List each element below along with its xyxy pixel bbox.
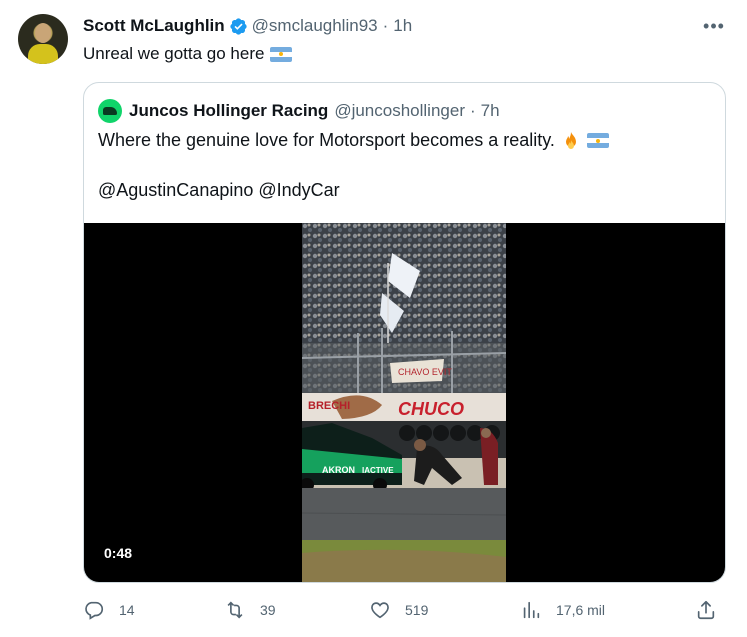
share-icon xyxy=(697,600,715,620)
quoted-author-handle[interactable]: @juncoshollinger xyxy=(334,101,465,121)
quoted-author-name[interactable]: Juncos Hollinger Racing xyxy=(129,101,328,121)
quoted-tweet-time[interactable]: 7h xyxy=(481,101,500,121)
views-button[interactable]: 17,6 mil xyxy=(520,598,605,622)
like-count: 519 xyxy=(405,602,429,618)
car-text-akron: AKRON xyxy=(322,465,355,475)
more-options-icon[interactable]: ••• xyxy=(702,14,726,38)
argentina-flag-icon xyxy=(586,133,609,148)
video-still-image: CHAVO EVIT BRECHI CHUCO AKRON IACTIVE xyxy=(302,223,506,582)
banner-left-text: BRECHI xyxy=(308,400,350,412)
heart-icon xyxy=(371,602,389,619)
reply-count: 14 xyxy=(119,602,135,618)
share-button[interactable] xyxy=(695,598,717,622)
quoted-text-content: Where the genuine love for Motorsport be… xyxy=(98,130,555,150)
quoted-text-line: Where the genuine love for Motorsport be… xyxy=(98,130,609,151)
quoted-tweet-header: Juncos Hollinger Racing @juncoshollinger… xyxy=(98,99,500,123)
avatar-shirt xyxy=(28,44,58,64)
verified-badge-icon xyxy=(230,17,247,35)
fire-icon xyxy=(565,131,576,149)
tweet-time[interactable]: 1h xyxy=(393,16,412,36)
video-player[interactable]: CHAVO EVIT BRECHI CHUCO AKRON IACTIVE 0:… xyxy=(84,223,725,582)
quoted-header-separator: · xyxy=(469,101,476,120)
video-duration: 0:48 xyxy=(104,545,133,561)
video-frame: CHAVO EVIT BRECHI CHUCO AKRON IACTIVE xyxy=(302,223,506,582)
banner-small-text: CHAVO EVIT xyxy=(398,367,452,377)
avatar-head xyxy=(35,23,51,43)
header-separator: · xyxy=(382,16,389,35)
retweet-icon xyxy=(227,601,243,619)
quoted-mentions[interactable]: @AgustinCanapino @IndyCar xyxy=(98,180,340,201)
views-count: 17,6 mil xyxy=(556,602,606,618)
author-avatar[interactable] xyxy=(18,14,68,64)
action-bar: 14 39 519 17,6 mil xyxy=(83,598,726,622)
like-button[interactable]: 519 xyxy=(369,598,428,622)
retweet-button[interactable]: 39 xyxy=(224,598,276,622)
argentina-flag-icon xyxy=(270,46,293,62)
author-handle[interactable]: @smclaughlin93 xyxy=(252,16,378,36)
banner-main-text: CHUCO xyxy=(398,399,464,419)
reply-button[interactable]: 14 xyxy=(83,598,135,622)
author-name[interactable]: Scott McLaughlin xyxy=(83,16,225,36)
retweet-count: 39 xyxy=(260,602,276,618)
reply-icon xyxy=(85,601,104,620)
quoted-tweet[interactable]: Juncos Hollinger Racing @juncoshollinger… xyxy=(83,82,726,583)
views-chart-icon xyxy=(523,601,540,619)
car-text-sponsor: IACTIVE xyxy=(362,466,394,475)
tweet-text: Unreal we gotta go here xyxy=(83,44,293,64)
quoted-author-avatar[interactable] xyxy=(98,99,122,123)
tweet-header: Scott McLaughlin @smclaughlin93 · 1h xyxy=(83,15,412,37)
tweet-text-content: Unreal we gotta go here xyxy=(83,44,265,63)
